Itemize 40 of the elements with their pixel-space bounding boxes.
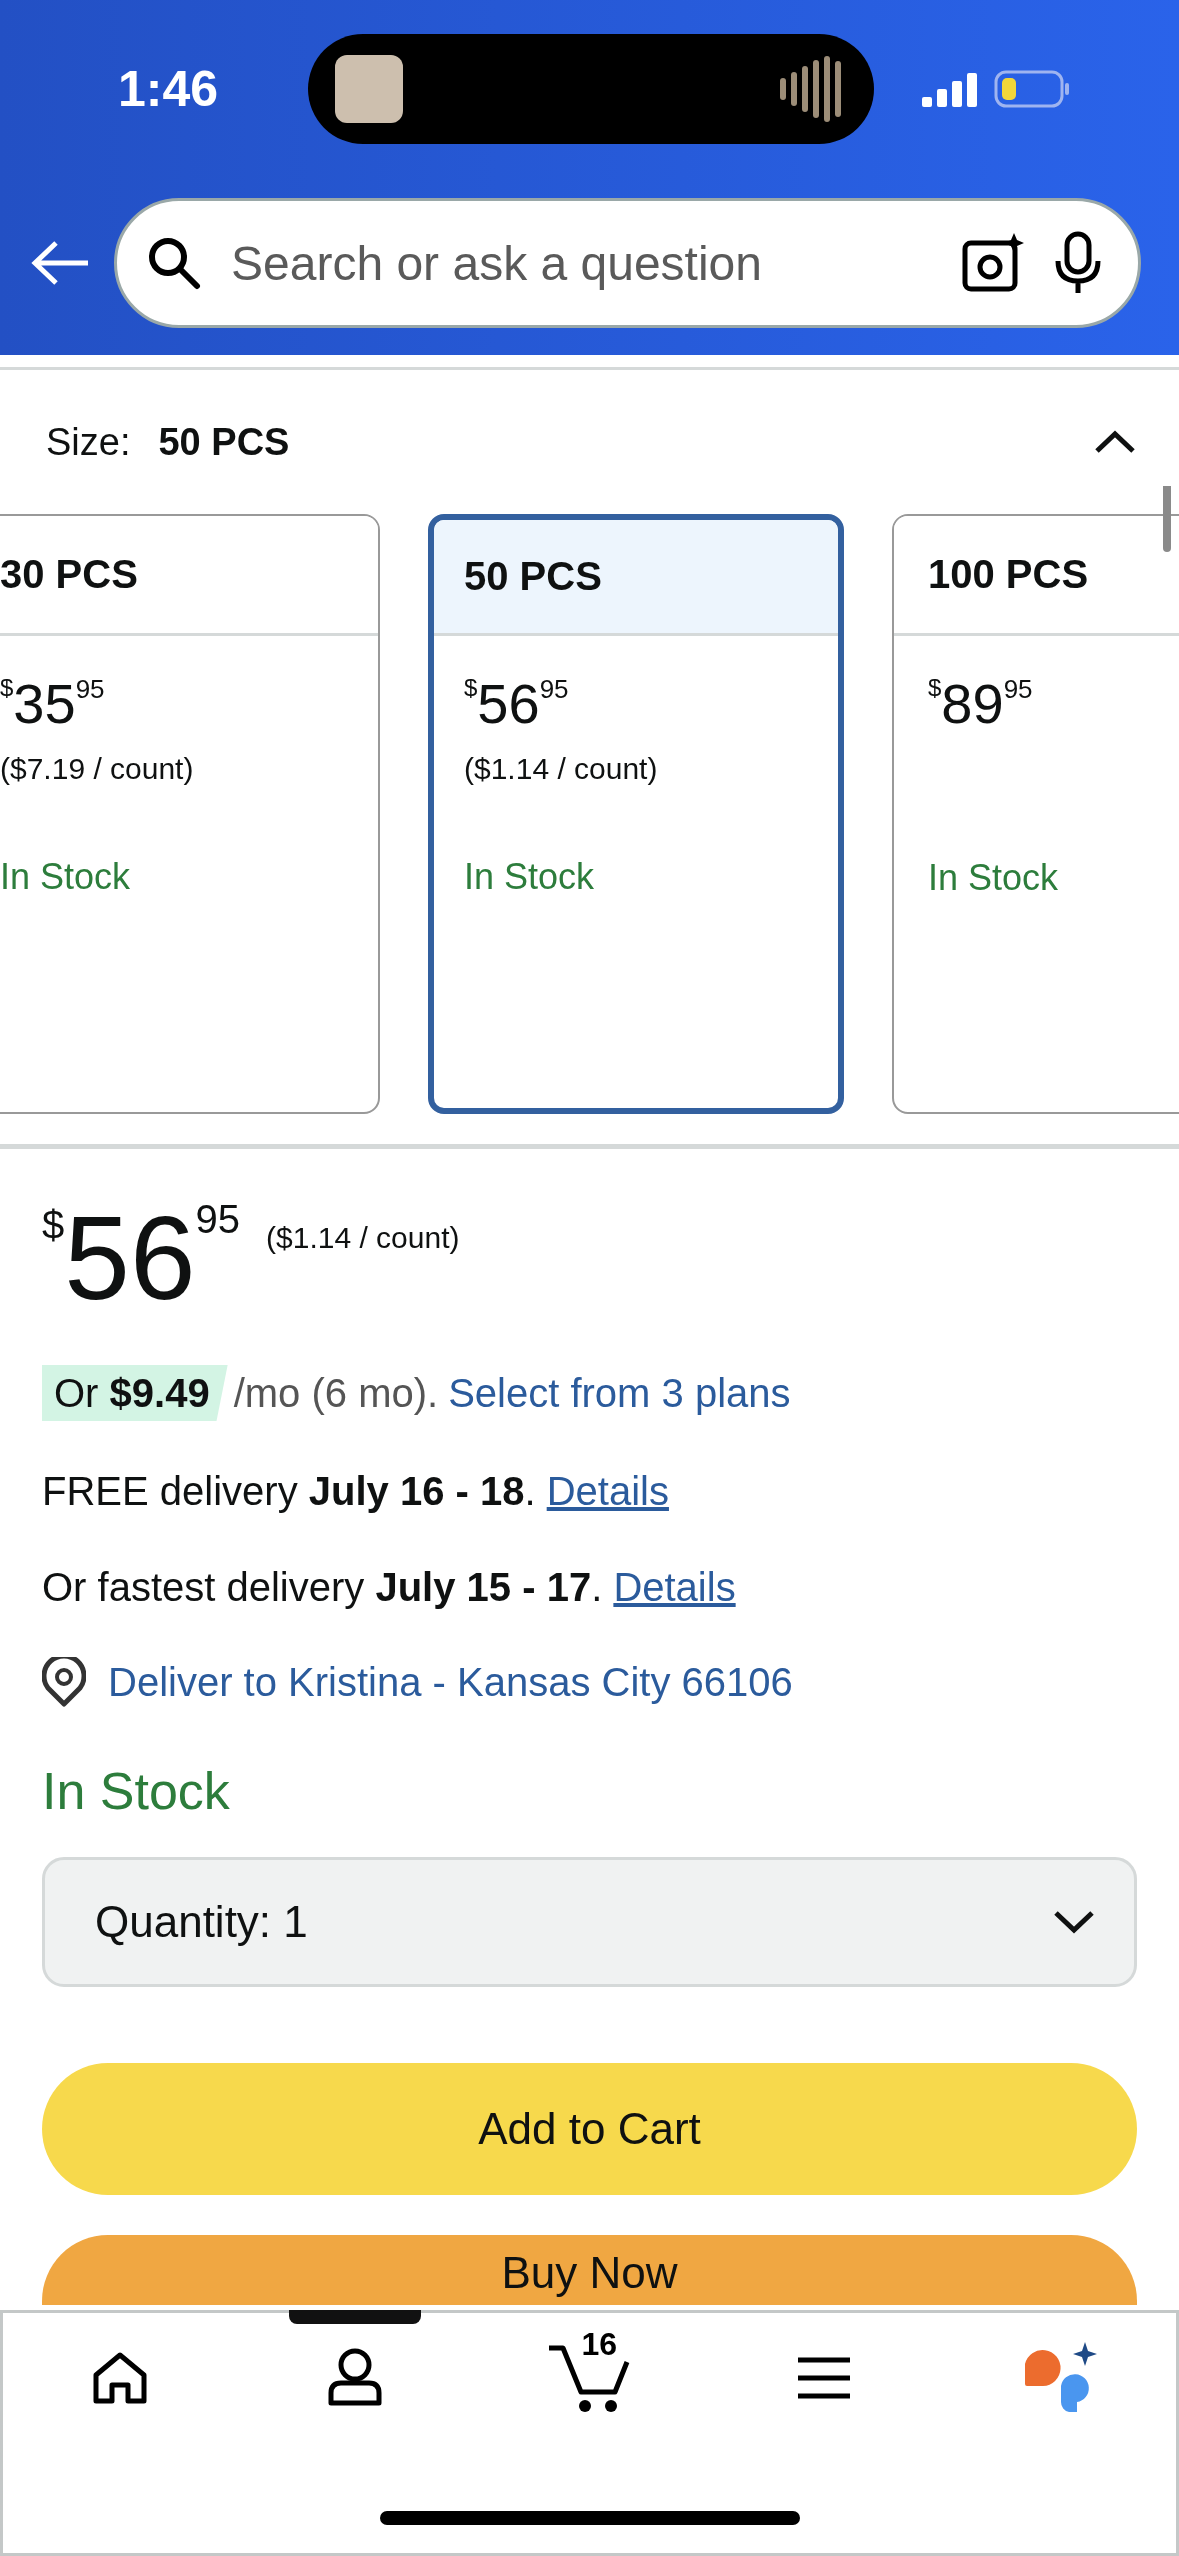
location-pin-icon bbox=[42, 1657, 86, 1707]
option-availability: In Stock bbox=[464, 856, 596, 898]
size-label: Size: bbox=[46, 420, 131, 463]
search-bar[interactable]: Search or ask a question bbox=[114, 198, 1141, 328]
chevron-down-icon bbox=[1052, 1909, 1096, 1935]
microphone-icon[interactable] bbox=[1054, 231, 1102, 295]
deliver-to-link[interactable]: Deliver to Kristina - Kansas City 66106 bbox=[108, 1658, 793, 1706]
option-availability: In Stock bbox=[928, 857, 1060, 899]
search-icon bbox=[147, 236, 201, 290]
delivery-text: Or fastest delivery July 15 - 17. Details bbox=[42, 1564, 737, 1611]
details-link[interactable]: Details bbox=[546, 1469, 669, 1513]
option-availability: In Stock bbox=[0, 856, 132, 898]
size-option-title: 100 PCS bbox=[894, 516, 1179, 636]
size-option-title: 30 PCS bbox=[0, 516, 378, 636]
camera-icon[interactable] bbox=[962, 233, 1026, 293]
caret-icon bbox=[1093, 429, 1137, 455]
signal-icon bbox=[922, 71, 978, 107]
menu-icon bbox=[796, 2356, 853, 2400]
quantity-dropdown[interactable]: Quantity: 1 bbox=[42, 1857, 1137, 1987]
plans-link[interactable]: Select from 3 plans bbox=[448, 1369, 791, 1417]
status-time: 1:46 bbox=[118, 60, 220, 118]
option-unit-price: ($7.19 / count) bbox=[0, 752, 195, 786]
option-unit-price: ($1.14 / count) bbox=[464, 752, 659, 786]
delivery-text: FREE delivery July 16 - 18. Details bbox=[42, 1468, 670, 1515]
add-to-cart-button[interactable]: Add to Cart bbox=[42, 2063, 1137, 2195]
back-arrow-icon[interactable] bbox=[30, 240, 90, 286]
installment-terms: /mo (6 mo). bbox=[233, 1370, 439, 1417]
nav-tab[interactable]: 16 bbox=[472, 2313, 707, 2443]
photo-placeholder bbox=[335, 55, 403, 123]
battery-icon bbox=[994, 70, 1070, 108]
cart-count: 16 bbox=[581, 2326, 618, 2363]
profile-icon bbox=[326, 2347, 383, 2409]
buy-now-button[interactable]: Buy Now bbox=[42, 2235, 1137, 2305]
size-value: 50 PCS bbox=[158, 420, 290, 463]
search-field[interactable]: Search or ask a question bbox=[229, 234, 934, 292]
home-icon bbox=[92, 2351, 149, 2405]
size-option-title: 50 PCS bbox=[434, 520, 838, 636]
details-link[interactable]: Details bbox=[613, 1565, 736, 1609]
installment-badge: Or $9.49 bbox=[42, 1365, 228, 1421]
availability-text: In Stock bbox=[42, 1761, 231, 1821]
